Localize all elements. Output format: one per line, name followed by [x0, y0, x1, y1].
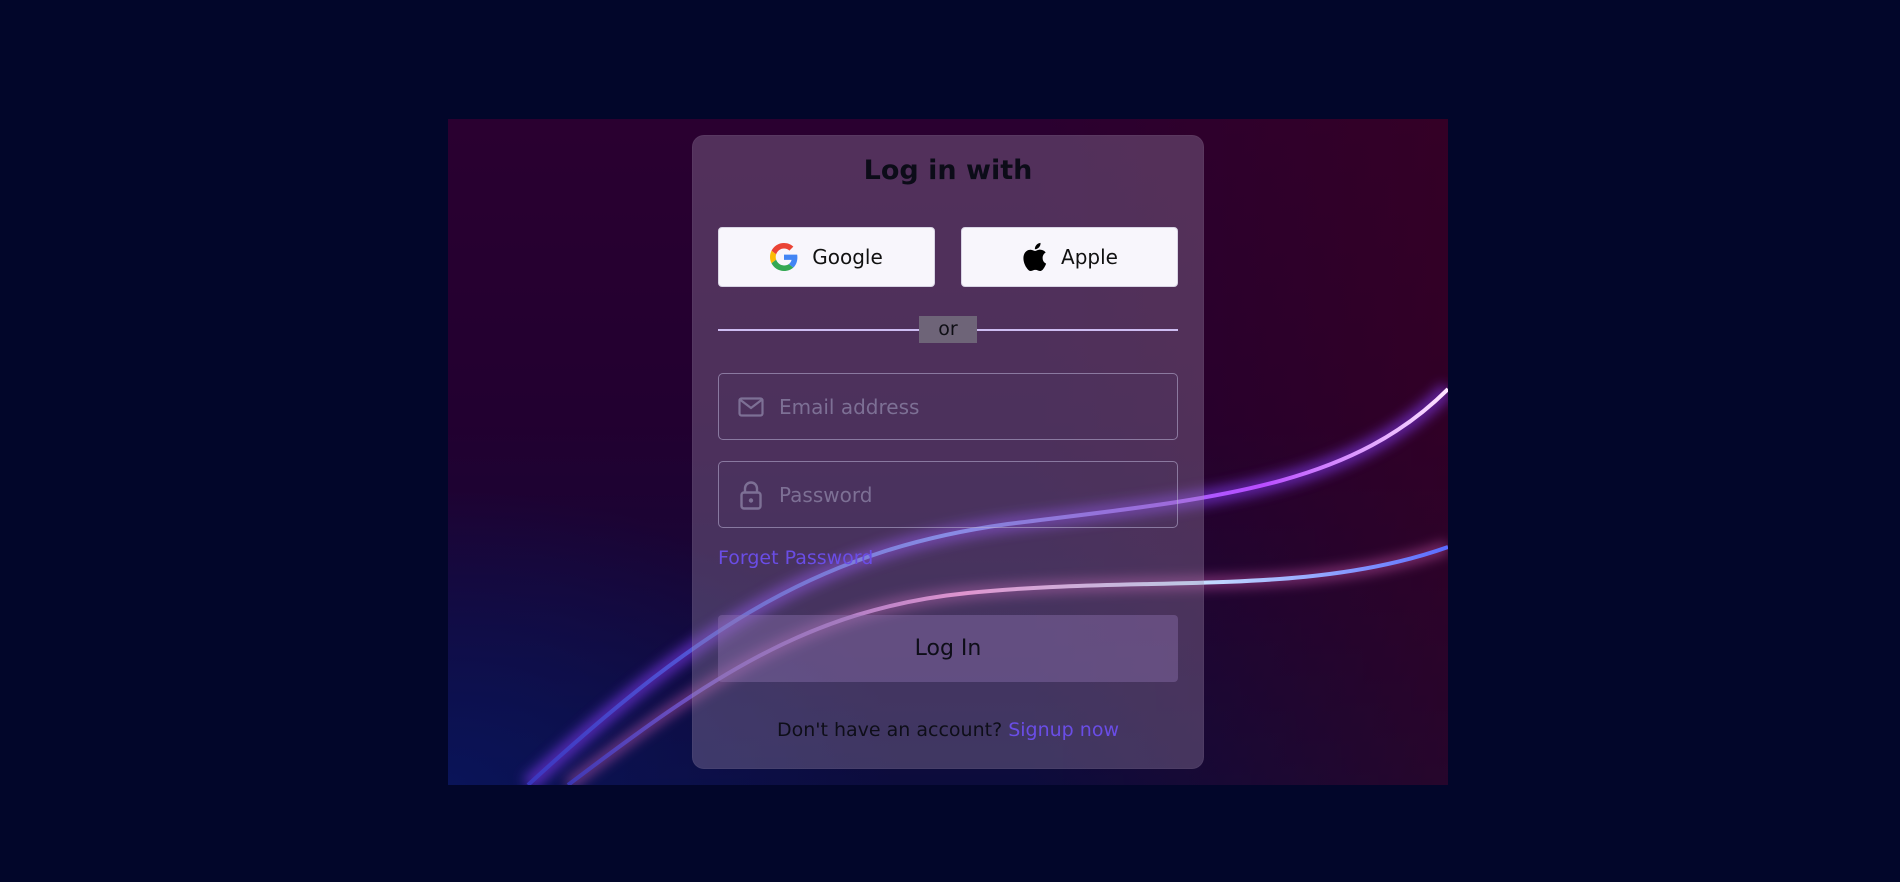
google-button-label: Google	[812, 245, 883, 269]
email-input[interactable]	[779, 374, 1177, 439]
login-card: Log in with Google Apple or Email addres…	[692, 135, 1204, 769]
login-button[interactable]: Log In	[718, 615, 1178, 682]
signup-link[interactable]: Signup now	[1008, 719, 1119, 741]
signup-prompt-text: Don't have an account?	[776, 719, 1003, 741]
login-title: Log in with	[863, 155, 1033, 186]
apple-login-button[interactable]: Apple	[961, 227, 1178, 287]
mail-icon	[737, 396, 765, 418]
lock-icon	[737, 480, 765, 510]
password-field[interactable]	[718, 461, 1178, 528]
google-icon	[770, 243, 798, 271]
divider-or-label: or	[919, 316, 977, 343]
email-field[interactable]	[718, 373, 1178, 440]
signup-prompt-row: Don't have an account? Signup now	[692, 719, 1204, 741]
password-input[interactable]	[779, 462, 1177, 527]
apple-button-label: Apple	[1061, 245, 1118, 269]
apple-icon	[1021, 242, 1047, 272]
forgot-password-link[interactable]: Forget Password	[718, 547, 873, 569]
google-login-button[interactable]: Google	[718, 227, 935, 287]
